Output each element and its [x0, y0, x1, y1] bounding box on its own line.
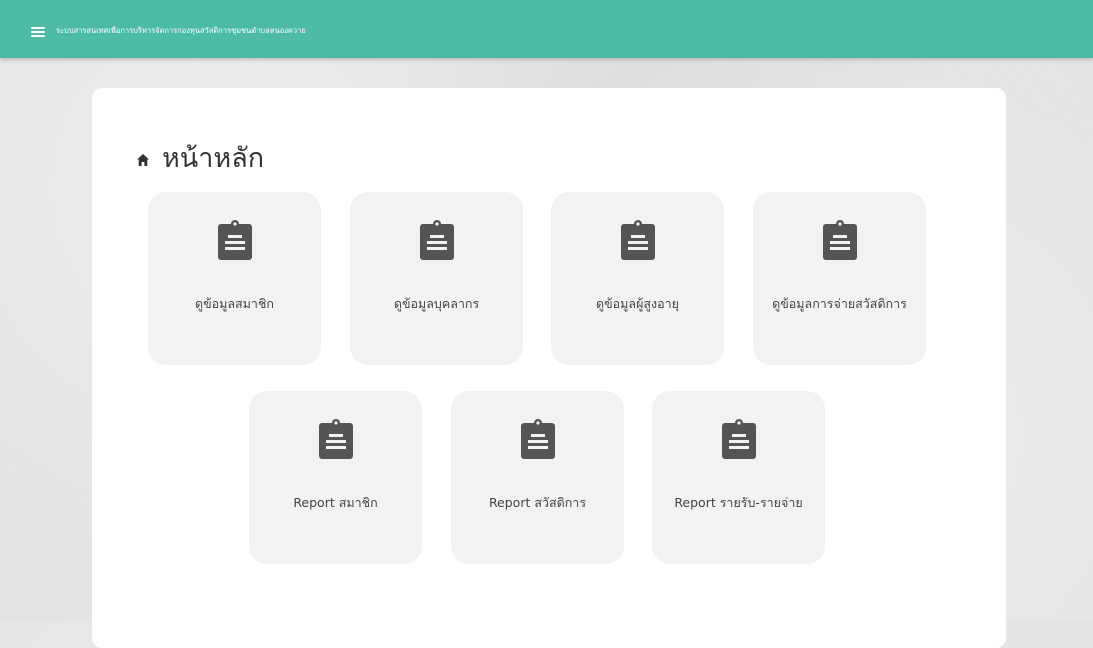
tile-report-income-expense[interactable]: Report รายรับ-รายจ่าย — [652, 391, 825, 564]
page-heading: หน้าหลัก — [136, 136, 264, 179]
tile-label: ดูข้อมูลบุคลากร — [393, 296, 480, 311]
tile-report-welfare[interactable]: Report สวัสดิการ — [451, 391, 624, 564]
clipboard-icon — [419, 220, 454, 260]
tile-label: ดูข้อมูลผู้สูงอายุ — [596, 296, 679, 311]
tile-label: ดูข้อมูลการจ่ายสวัสดิการ — [772, 296, 907, 311]
hamburger-menu-icon[interactable] — [31, 27, 45, 37]
tile-label: Report รายรับ-รายจ่าย — [674, 495, 803, 510]
page-title: หน้าหลัก — [162, 143, 265, 174]
tile-view-members[interactable]: ดูข้อมูลสมาชิก — [148, 192, 321, 365]
tile-view-personnel[interactable]: ดูข้อมูลบุคลากร — [350, 192, 523, 365]
tile-label: Report สวัสดิการ — [488, 495, 587, 510]
clipboard-icon — [318, 419, 353, 459]
tile-label: Report สมาชิก — [293, 495, 378, 510]
app-title: ระบบสารสนเทศเพื่อการบริหารจัดการกองทุนสว… — [56, 26, 306, 35]
tile-view-welfare-payments[interactable]: ดูข้อมูลการจ่ายสวัสดิการ — [753, 192, 926, 365]
tile-view-elderly[interactable]: ดูข้อมูลผู้สูงอายุ — [551, 192, 724, 365]
top-app-bar: ระบบสารสนเทศเพื่อการบริหารจัดการกองทุนสว… — [0, 0, 1093, 58]
home-icon — [137, 153, 149, 166]
tile-report-members[interactable]: Report สมาชิก — [249, 391, 422, 564]
clipboard-icon — [721, 419, 756, 459]
clipboard-icon — [822, 220, 857, 260]
clipboard-icon — [520, 419, 555, 459]
clipboard-icon — [620, 220, 655, 260]
tile-label: ดูข้อมูลสมาชิก — [194, 296, 274, 311]
clipboard-icon — [217, 220, 252, 260]
